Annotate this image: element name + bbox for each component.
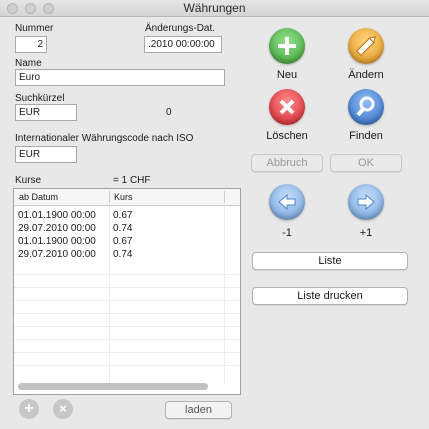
- magnifier-icon: [356, 96, 375, 117]
- window-titlebar: Währungen: [0, 0, 429, 17]
- arrow-right-icon: [357, 193, 375, 211]
- neu-label: Neu: [276, 69, 298, 81]
- pencil-icon: [356, 36, 376, 56]
- iso-label: Internationaler Währungscode nach ISO: [15, 133, 194, 144]
- kurse-label: Kurse: [15, 175, 42, 186]
- aendern-label: Ändern: [348, 69, 384, 81]
- aenderung-label: Änderungs-Dat.: [145, 23, 216, 34]
- suchkuerzel-label: Suchkürzel: [15, 93, 65, 104]
- iso-field[interactable]: EUR: [15, 146, 77, 163]
- suchkuerzel-field[interactable]: EUR: [15, 104, 77, 121]
- next-button[interactable]: [348, 184, 384, 220]
- close-window-icon[interactable]: [7, 3, 18, 14]
- nummer-label: Nummer: [15, 23, 54, 34]
- x-icon: ×: [59, 401, 67, 416]
- x-icon: [279, 99, 295, 115]
- zoom-window-icon[interactable]: [43, 3, 54, 14]
- column-header-datum[interactable]: ab Datum: [16, 189, 58, 205]
- kurse-unit: = 1 CHF: [113, 175, 151, 186]
- aendern-button[interactable]: [348, 28, 384, 64]
- next-label: +1: [359, 227, 373, 239]
- cell-datum: 01.01.1900 00:00: [18, 236, 96, 247]
- ok-button[interactable]: OK: [330, 154, 402, 172]
- table-row[interactable]: 29.07.2010 00:00 0.74: [14, 222, 240, 235]
- table-header: ab Datum Kurs: [14, 189, 240, 206]
- minimize-window-icon[interactable]: [25, 3, 36, 14]
- nummer-field[interactable]: 2: [15, 36, 47, 53]
- name-label: Name: [15, 58, 42, 69]
- aenderung-field[interactable]: .2010 00:00:00: [144, 36, 222, 53]
- laden-button[interactable]: laden: [165, 401, 232, 419]
- cell-kurs: 0.74: [113, 223, 133, 234]
- kurse-table[interactable]: ab Datum Kurs 01.01.1900 00:00 0.67 29.0…: [13, 188, 241, 395]
- cell-datum: 01.01.1900 00:00: [18, 210, 96, 221]
- finden-button[interactable]: [348, 89, 384, 125]
- abbruch-button[interactable]: Abbruch: [251, 154, 323, 172]
- prev-label: -1: [282, 227, 292, 239]
- add-row-button[interactable]: +: [19, 399, 39, 419]
- finden-label: Finden: [349, 130, 383, 142]
- plus-icon: [278, 37, 296, 55]
- liste-drucken-button[interactable]: Liste drucken: [252, 287, 408, 305]
- suchkuerzel-count: 0: [166, 107, 172, 118]
- horizontal-scrollbar[interactable]: [18, 383, 208, 390]
- name-field[interactable]: Euro: [15, 69, 225, 86]
- table-row[interactable]: 01.01.1900 00:00 0.67: [14, 235, 240, 248]
- table-row[interactable]: 01.01.1900 00:00 0.67: [14, 209, 240, 222]
- remove-row-button[interactable]: ×: [53, 399, 73, 419]
- cell-datum: 29.07.2010 00:00: [18, 249, 96, 260]
- loeschen-button[interactable]: [269, 89, 305, 125]
- column-header-kurs[interactable]: Kurs: [111, 189, 133, 205]
- cell-datum: 29.07.2010 00:00: [18, 223, 96, 234]
- cell-kurs: 0.67: [113, 236, 133, 247]
- neu-button[interactable]: [269, 28, 305, 64]
- table-row[interactable]: 29.07.2010 00:00 0.74: [14, 248, 240, 261]
- cell-kurs: 0.67: [113, 210, 133, 221]
- arrow-left-icon: [278, 193, 296, 211]
- cell-kurs: 0.74: [113, 249, 133, 260]
- loeschen-label: Löschen: [266, 130, 308, 142]
- liste-button[interactable]: Liste: [252, 252, 408, 270]
- prev-button[interactable]: [269, 184, 305, 220]
- window-title: Währungen: [183, 1, 246, 15]
- plus-icon: +: [24, 400, 34, 417]
